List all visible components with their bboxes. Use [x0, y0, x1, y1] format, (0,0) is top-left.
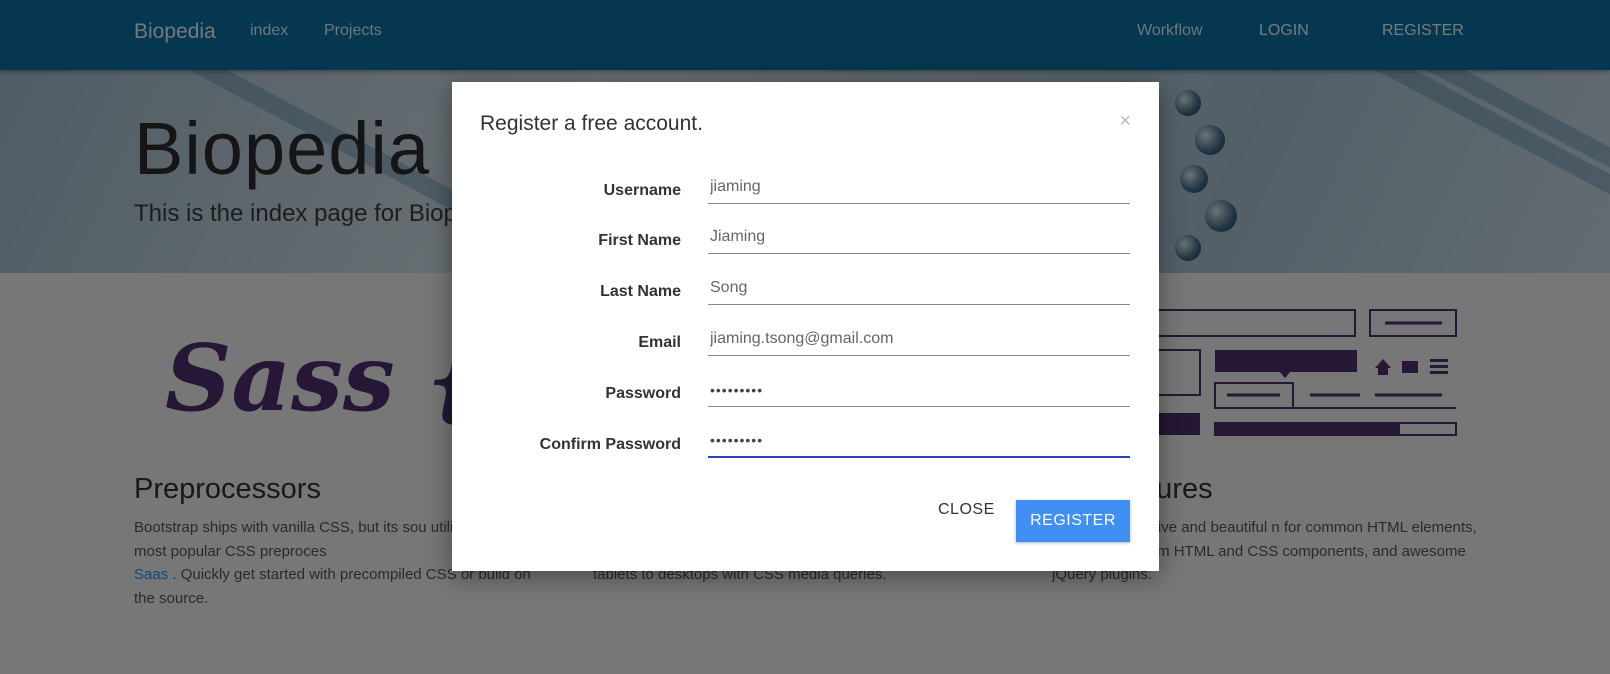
- first-name-label: First Name: [598, 232, 681, 249]
- confirm-password-row: Confirm Password: [452, 424, 1159, 474]
- close-icon[interactable]: ×: [1119, 110, 1131, 133]
- modal-title: Register a free account.: [480, 112, 703, 135]
- password-input[interactable]: [708, 373, 1130, 407]
- confirm-password-input[interactable]: [708, 424, 1130, 458]
- confirm-password-label: Confirm Password: [539, 436, 681, 453]
- username-input[interactable]: [708, 170, 1130, 204]
- last-name-label: Last Name: [600, 283, 681, 300]
- email-input[interactable]: [708, 322, 1130, 356]
- register-button[interactable]: REGISTER: [1016, 500, 1130, 542]
- first-name-input[interactable]: [708, 220, 1130, 254]
- register-modal: Register a free account. × Username Firs…: [452, 82, 1159, 571]
- last-name-input[interactable]: [708, 271, 1130, 305]
- username-label: Username: [603, 182, 681, 199]
- close-button[interactable]: CLOSE: [932, 500, 1001, 520]
- username-row: Username: [452, 170, 1159, 220]
- password-row: Password: [452, 373, 1159, 423]
- last-name-row: Last Name: [452, 271, 1159, 321]
- first-name-row: First Name: [452, 220, 1159, 270]
- email-label: Email: [638, 334, 681, 351]
- email-row: Email: [452, 322, 1159, 372]
- password-label: Password: [605, 385, 681, 402]
